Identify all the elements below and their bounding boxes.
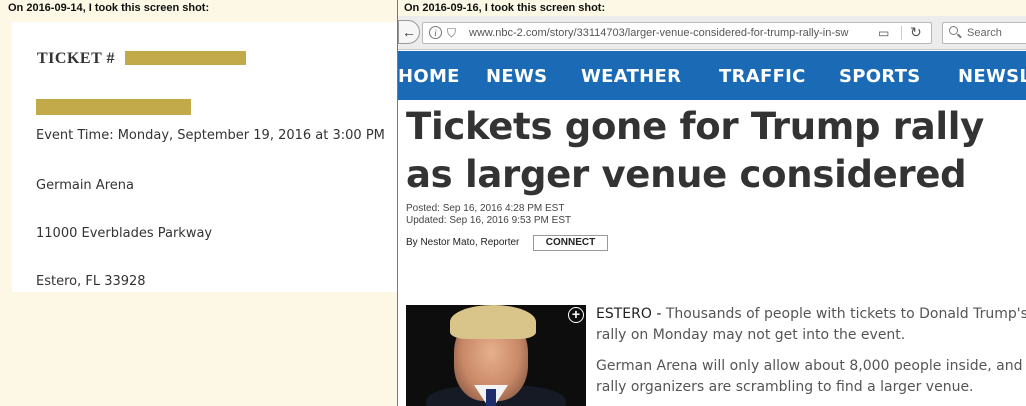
right-panel: On 2016-09-16, I took this screen shot: … [398,0,1026,406]
photo-tie [486,389,496,406]
address-bar[interactable]: i ⛉ www.nbc-2.com/story/33114703/larger-… [422,22,932,44]
url-text[interactable]: www.nbc-2.com/story/33114703/larger-venu… [469,27,864,39]
right-caption: On 2016-09-16, I took this screen shot: [404,2,606,14]
shield-icon[interactable]: ⛉ [447,26,456,41]
screenshot-composite: On 2016-09-14, I took this screen shot: … [0,0,1026,406]
article-photo[interactable]: + [406,305,586,406]
search-placeholder[interactable]: Search [967,27,1002,39]
ticket-name-redaction [36,99,191,115]
venue-city: Estero, FL 33928 [36,274,146,289]
search-box[interactable]: Search [942,22,1026,44]
url-separator [901,26,902,40]
nav-weather[interactable]: WEATHER [581,66,681,87]
event-time: Event Time: Monday, September 19, 2016 a… [36,128,385,143]
venue-name: Germain Arena [36,178,134,193]
article-dateline: ESTERO - [596,306,662,322]
posted-dates: Posted: Sep 16, 2016 4:28 PM EST Updated… [406,203,571,227]
nav-sports[interactable]: SPORTS [839,66,921,87]
article-paragraph-1: ESTERO - Thousands of people with ticket… [596,304,1026,346]
article-paragraph-2: German Arena will only allow about 8,000… [596,358,1023,395]
byline: By Nestor Mato, Reporter [406,237,520,248]
site-nav: HOME NEWS WEATHER TRAFFIC SPORTS NEWSL [398,51,1026,100]
reader-view-icon[interactable]: ▭ [878,26,889,40]
connect-button[interactable]: CONNECT [533,235,608,251]
reload-icon[interactable]: ↻ [910,24,922,41]
info-icon[interactable]: i [429,26,442,39]
nav-news[interactable]: NEWS [486,66,547,87]
expand-plus-icon[interactable]: + [568,307,584,323]
left-caption: On 2016-09-14, I took this screen shot: [8,2,210,14]
paragraph-1-text: Thousands of people with tickets to Dona… [596,306,1026,343]
posted-time: Posted: Sep 16, 2016 4:28 PM EST [406,203,565,214]
updated-time: Updated: Sep 16, 2016 9:53 PM EST [406,215,572,226]
back-button[interactable]: ← [398,20,420,44]
venue-address: 11000 Everblades Parkway [36,226,213,241]
ticket-title: TICKET # [37,50,115,67]
back-arrow-icon: ← [402,24,416,40]
article-headline: Tickets gone for Trump rally as larger v… [406,105,984,196]
left-panel: On 2016-09-14, I took this screen shot: … [0,0,397,406]
nav-traffic[interactable]: TRAFFIC [719,66,806,87]
ticket-number-redaction [125,51,246,65]
ticket-card: TICKET # Event Time: Monday, September 1… [12,22,397,292]
photo-hair [450,305,536,339]
nav-newsletter[interactable]: NEWSL [958,66,1026,87]
search-icon [949,26,958,35]
browser-toolbar: ← i ⛉ www.nbc-2.com/story/33114703/large… [398,16,1026,50]
nav-home[interactable]: HOME [398,66,460,87]
